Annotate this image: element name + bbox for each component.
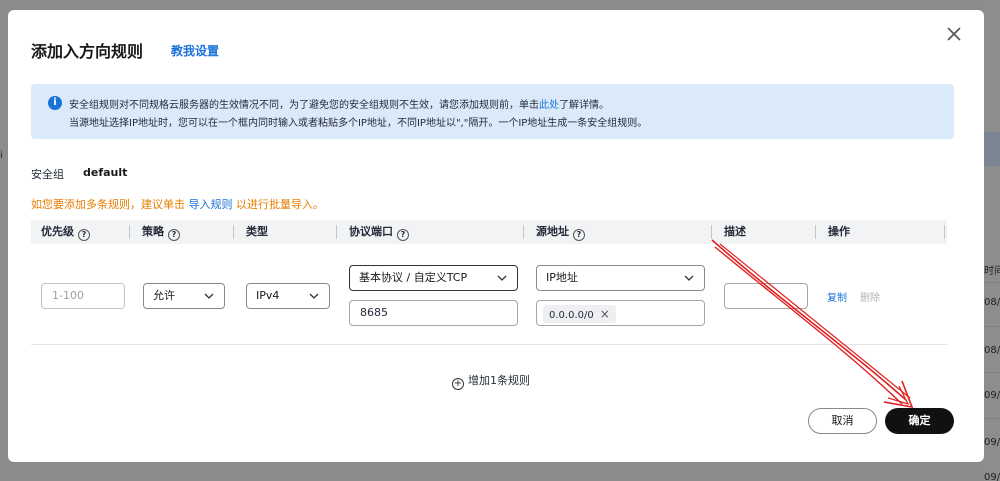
header-separator	[129, 225, 130, 239]
ip-type-value: IPv4	[256, 289, 280, 302]
header-type: 类型	[246, 225, 268, 238]
background-text-fragment: i	[0, 150, 3, 161]
protocol-select[interactable]: 基本协议 / 自定义TCP	[349, 265, 518, 291]
background-row-line	[984, 282, 1000, 283]
ip-tag: 0.0.0.0/0 ×	[543, 305, 616, 323]
dialog-title: 添加入方向规则	[31, 42, 144, 61]
description-input[interactable]	[724, 283, 808, 309]
header-label: 源地址	[536, 225, 569, 238]
background-date-fragment: 09/	[984, 390, 1000, 401]
header-label: 协议端口	[349, 225, 393, 238]
header-separator	[523, 225, 524, 239]
background-highlight-row	[984, 132, 1000, 166]
background-row-line	[984, 372, 1000, 373]
policy-value: 允许	[153, 289, 175, 302]
source-type-select[interactable]: IP地址	[536, 265, 705, 291]
header-separator	[815, 225, 816, 239]
add-rule-button[interactable]: + 增加1条规则	[452, 372, 530, 390]
background-header-fragment: 时间	[984, 266, 1000, 277]
details-link[interactable]: 此处	[539, 100, 559, 111]
background-date-fragment: 08/	[984, 345, 1000, 356]
hint-text-part: 如您要添加多条规则，建议单击	[31, 198, 189, 211]
header-port: 协议端口?	[349, 220, 409, 244]
security-group-label: 安全组	[31, 168, 64, 181]
help-circle-icon[interactable]: ?	[573, 229, 585, 241]
header-policy: 策略?	[142, 220, 180, 244]
priority-input[interactable]: 1-100	[41, 283, 125, 309]
header-separator	[944, 225, 945, 239]
header-label: 策略	[142, 225, 164, 238]
header-separator	[233, 225, 234, 239]
remove-tag-icon[interactable]: ×	[600, 305, 610, 323]
help-circle-icon[interactable]: ?	[168, 229, 180, 241]
header-operation: 操作	[828, 225, 850, 238]
help-circle-icon[interactable]: ?	[397, 229, 409, 241]
chevron-down-icon	[309, 293, 319, 299]
info-text-line2: 当源地址选择IP地址时，您可以在一个框内同时输入或者粘贴多个IP地址，不同IP地…	[69, 118, 648, 129]
security-group-value: default	[83, 166, 128, 179]
background-date-fragment: 08/	[984, 297, 1000, 308]
info-text-part: 安全组规则对不同规格云服务器的生效情况不同，为了避免您的安全组规则不生效，请您添…	[69, 100, 539, 111]
confirm-button[interactable]: 确定	[885, 408, 954, 434]
info-text-part: 了解详情。	[559, 100, 609, 111]
ip-type-select[interactable]: IPv4	[246, 283, 330, 309]
hint-text-part: 以进行批量导入。	[232, 198, 324, 211]
background-row-line	[984, 418, 1000, 419]
import-rules-link[interactable]: 导入规则	[189, 198, 233, 211]
source-address-input[interactable]: 0.0.0.0/0 ×	[536, 300, 705, 326]
background-table-strip: 时间 08/ 08/ 09/ 09/ 09/	[984, 0, 1000, 481]
row-divider	[31, 344, 947, 345]
source-type-value: IP地址	[546, 271, 578, 284]
header-description: 描述	[724, 225, 746, 238]
header-separator	[336, 225, 337, 239]
info-text-line1: 安全组规则对不同规格云服务器的生效情况不同，为了避免您的安全组规则不生效，请您添…	[69, 96, 609, 111]
header-separator	[711, 225, 712, 239]
ip-tag-label: 0.0.0.0/0	[549, 310, 594, 321]
protocol-value: 基本协议 / 自定义TCP	[359, 271, 468, 284]
port-input[interactable]: 8685	[349, 300, 518, 326]
plus-circle-icon: +	[452, 378, 464, 390]
background-date-fragment: 09/	[984, 437, 1000, 448]
batch-import-hint: 如您要添加多条规则，建议单击 导入规则 以进行批量导入。	[31, 196, 324, 212]
add-inbound-rule-dialog: 添加入方向规则 教我设置 i 安全组规则对不同规格云服务器的生效情况不同，为了避…	[8, 10, 984, 462]
info-banner: i 安全组规则对不同规格云服务器的生效情况不同，为了避免您的安全组规则不生效，请…	[31, 84, 954, 139]
add-rule-label: 增加1条规则	[468, 374, 530, 387]
policy-select[interactable]: 允许	[143, 283, 225, 309]
background-row-line	[984, 326, 1000, 327]
help-link[interactable]: 教我设置	[171, 42, 219, 59]
delete-rule-link: 删除	[860, 293, 880, 304]
header-priority: 优先级?	[41, 220, 90, 244]
cancel-button[interactable]: 取消	[808, 408, 877, 434]
rules-table-header: 优先级? 策略? 类型 协议端口? 源地址? 描述 操作	[31, 220, 947, 244]
chevron-down-icon	[204, 293, 214, 299]
close-icon[interactable]	[944, 24, 964, 44]
copy-rule-link[interactable]: 复制	[827, 289, 847, 304]
header-label: 优先级	[41, 225, 74, 238]
chevron-down-icon	[684, 275, 694, 281]
header-source: 源地址?	[536, 220, 585, 244]
help-circle-icon[interactable]: ?	[78, 229, 90, 241]
background-date-fragment: 09/	[984, 472, 1000, 481]
info-icon: i	[48, 96, 62, 110]
chevron-down-icon	[497, 275, 507, 281]
